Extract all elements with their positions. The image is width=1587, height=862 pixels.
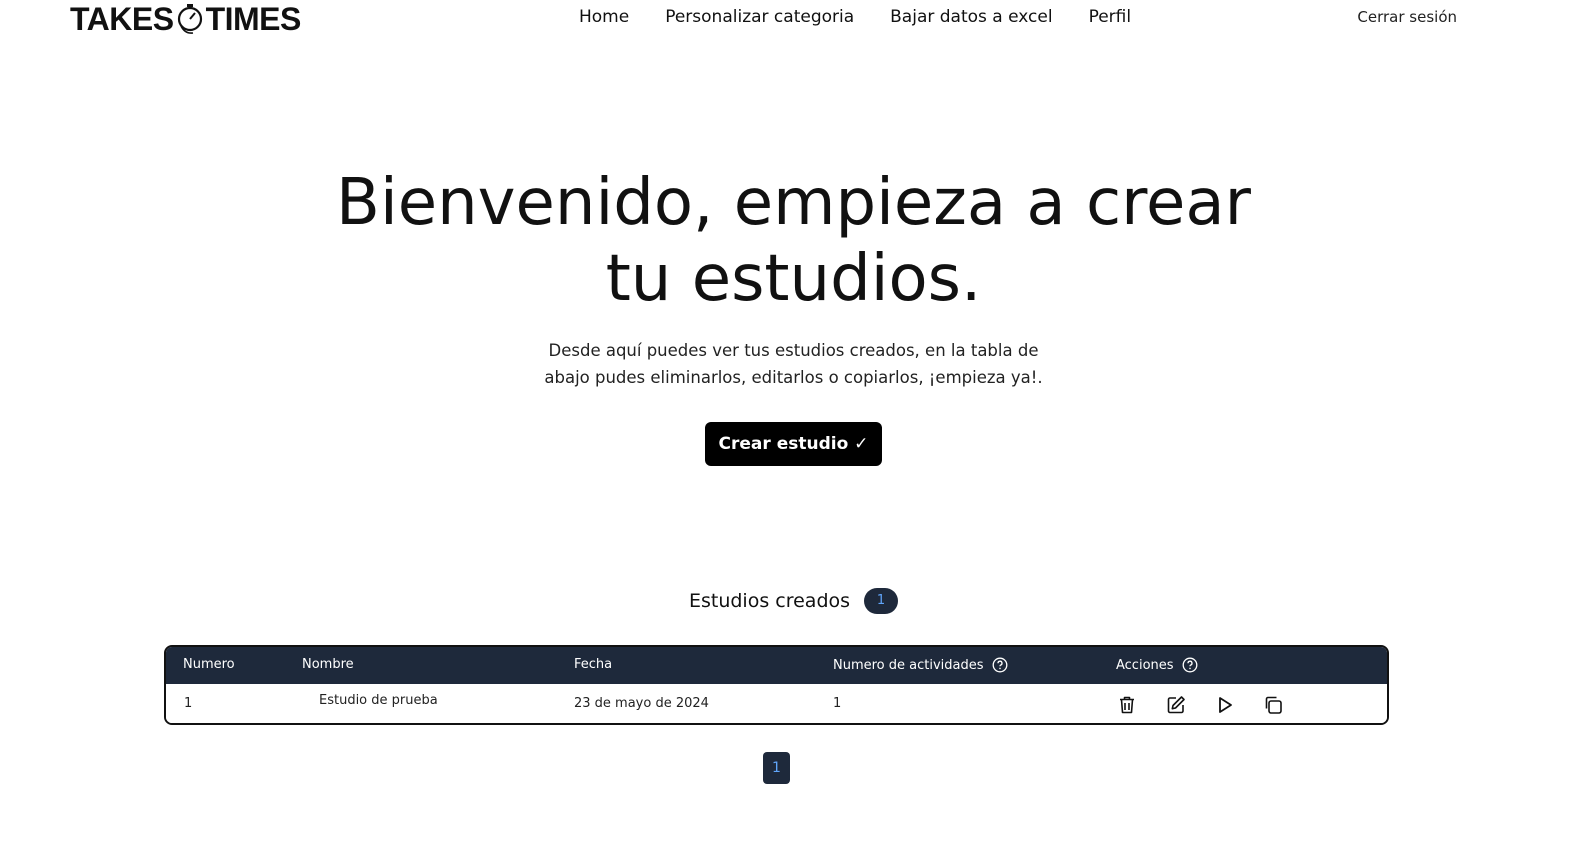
cell-fecha: 23 de mayo de 2024 — [574, 696, 709, 711]
nav-home[interactable]: Home — [579, 6, 629, 28]
create-study-button[interactable]: Crear estudio ✓ — [705, 422, 882, 466]
column-header-nombre: Nombre — [302, 657, 354, 672]
studies-header: Estudios creados 1 — [0, 588, 1587, 614]
copy-icon — [1265, 696, 1282, 714]
help-icon[interactable] — [992, 657, 1008, 673]
column-header-numero: Numero — [183, 657, 235, 672]
studies-title: Estudios creados — [688, 590, 851, 612]
page-button-1[interactable]: 1 — [763, 752, 790, 784]
logout-link[interactable]: Cerrar sesión — [1357, 8, 1457, 26]
hero-section: Bienvenido, empieza a crear tu estudios.… — [0, 165, 1587, 466]
studies-count-badge: 1 — [864, 588, 899, 614]
column-label: Fecha — [574, 657, 613, 672]
brand-right: TIMES — [205, 1, 302, 37]
brand-logo[interactable]: TAKES TIMES — [70, 2, 301, 36]
table-row: 1 Estudio de prueba 23 de mayo de 2024 1 — [166, 684, 1387, 723]
column-header-fecha: Fecha — [574, 657, 612, 672]
nav-export-excel[interactable]: Bajar datos a excel — [890, 6, 1052, 28]
main-nav: Home Personalizar categoria Bajar datos … — [579, 6, 1131, 28]
cell-actividades: 1 — [833, 696, 842, 711]
cell-numero: 1 — [184, 696, 193, 711]
brand-left: TAKES — [70, 1, 174, 37]
hero-subtitle: Desde aquí puedes ver tus estudios cread… — [544, 341, 1043, 387]
nav-profile[interactable]: Perfil — [1089, 6, 1132, 28]
run-button[interactable] — [1214, 694, 1236, 716]
pagination: 1 — [763, 752, 790, 784]
edit-button[interactable] — [1165, 694, 1187, 716]
delete-button[interactable] — [1116, 694, 1138, 716]
trash-icon — [1120, 696, 1134, 714]
column-label: Acciones — [1116, 657, 1174, 673]
column-label: Nombre — [302, 657, 354, 672]
column-label: Numero de actividades — [833, 657, 984, 673]
page-title: Bienvenido, empieza a crear tu estudios. — [336, 166, 1251, 316]
studies-table: Numero Nombre Fecha Numero de actividade… — [164, 645, 1389, 725]
column-label: Numero — [183, 657, 235, 672]
table-header: Numero Nombre Fecha Numero de actividade… — [166, 647, 1387, 684]
help-icon[interactable] — [1182, 657, 1198, 673]
navbar: TAKES TIMES Home Personalizar categoria … — [0, 0, 1587, 40]
edit-icon — [1167, 696, 1185, 714]
play-icon — [1219, 697, 1232, 713]
nav-customize-category[interactable]: Personalizar categoria — [665, 6, 854, 28]
stopwatch-hand-icon — [177, 4, 202, 34]
column-header-acciones: Acciones — [1116, 657, 1198, 673]
cell-nombre: Estudio de prueba — [319, 693, 438, 708]
column-header-actividades: Numero de actividades — [833, 657, 1008, 673]
copy-button[interactable] — [1262, 694, 1284, 716]
